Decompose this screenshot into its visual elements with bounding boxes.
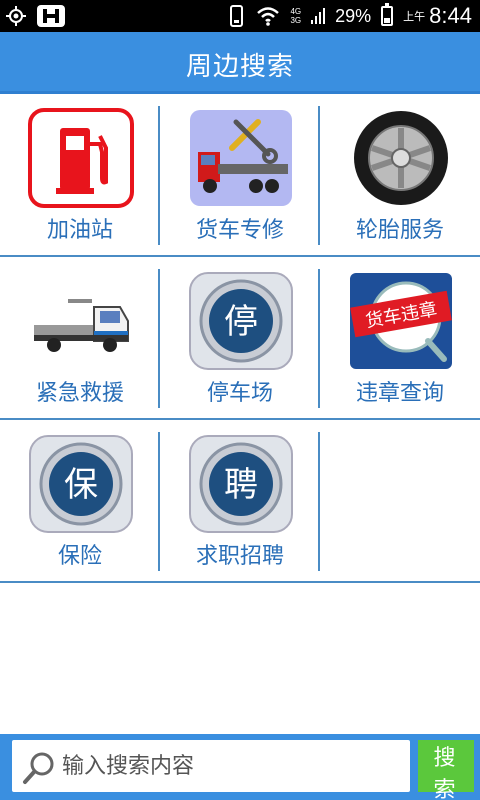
truck-repair-icon	[188, 108, 294, 208]
app-notification-icon	[37, 5, 65, 27]
grid-item-label: 停车场	[206, 381, 273, 406]
battery-percent: 29%	[335, 5, 372, 26]
grid-row: 紧急救援 停 停车场 货车违章 违章查询	[0, 257, 480, 420]
grid-row: 保 保险 聘 求职招聘	[0, 420, 480, 583]
clock: 8:44	[429, 3, 472, 28]
signal-icon	[311, 8, 326, 24]
am-pm-label: 上午	[403, 11, 426, 23]
grid-item-violation-query[interactable]: 货车违章 违章查询	[320, 257, 480, 420]
grid-item-label: 保险	[57, 544, 102, 569]
network-type-label: 4G 3G	[290, 7, 301, 25]
divider	[318, 432, 320, 571]
insurance-icon: 保	[28, 434, 134, 534]
title-bar: 周边搜索	[0, 32, 480, 94]
grid-item-tire-service[interactable]: 轮胎服务	[320, 94, 480, 257]
search-icon	[23, 752, 54, 784]
battery-icon	[381, 3, 394, 26]
grid-item-emergency-rescue[interactable]: 紧急救援	[0, 257, 160, 420]
grid-item-insurance[interactable]: 保 保险	[0, 420, 160, 583]
wifi-icon	[257, 7, 280, 26]
tow-truck-icon	[28, 271, 134, 371]
grid-item-recruitment[interactable]: 聘 求职招聘	[160, 420, 320, 583]
grid-item-label: 紧急救援	[35, 381, 124, 406]
grid-item-label: 货车专修	[195, 218, 284, 243]
grid-item-truck-repair[interactable]: 货车专修	[160, 94, 320, 257]
phone-vibrate-icon	[230, 5, 244, 27]
parking-glyph: 停	[224, 302, 258, 342]
page-title: 周边搜索	[185, 52, 294, 82]
tire-icon	[348, 108, 454, 208]
grid-item-label: 违章查询	[355, 381, 444, 406]
grid-item-gas-station[interactable]: 加油站	[0, 94, 160, 257]
status-bar: 4G 3G 29% 上午 8:44	[0, 0, 480, 32]
service-grid: 加油站 货车专修 轮胎服务 紧急救援 停 停车场 货车违章 违章查询 保 保险 …	[0, 94, 480, 583]
search-input[interactable]	[62, 748, 402, 784]
grid-item-label: 求职招聘	[195, 544, 284, 569]
gas-station-icon	[28, 108, 134, 208]
gps-icon	[6, 6, 26, 26]
violation-query-icon: 货车违章	[348, 271, 454, 371]
grid-item-label: 轮胎服务	[355, 218, 444, 243]
recruitment-icon: 聘	[188, 434, 294, 534]
search-box[interactable]	[12, 740, 410, 792]
recruitment-glyph: 聘	[224, 465, 258, 505]
grid-item-label: 加油站	[46, 218, 113, 243]
grid-item-parking[interactable]: 停 停车场	[160, 257, 320, 420]
network-4g-label: 4G	[290, 7, 302, 16]
search-button[interactable]: 搜 索	[418, 740, 474, 800]
parking-icon: 停	[188, 271, 294, 371]
search-bar: 搜 索	[0, 734, 480, 800]
network-3g-label: 3G	[290, 16, 302, 25]
insurance-glyph: 保	[64, 465, 98, 505]
grid-row: 加油站 货车专修 轮胎服务	[0, 94, 480, 257]
